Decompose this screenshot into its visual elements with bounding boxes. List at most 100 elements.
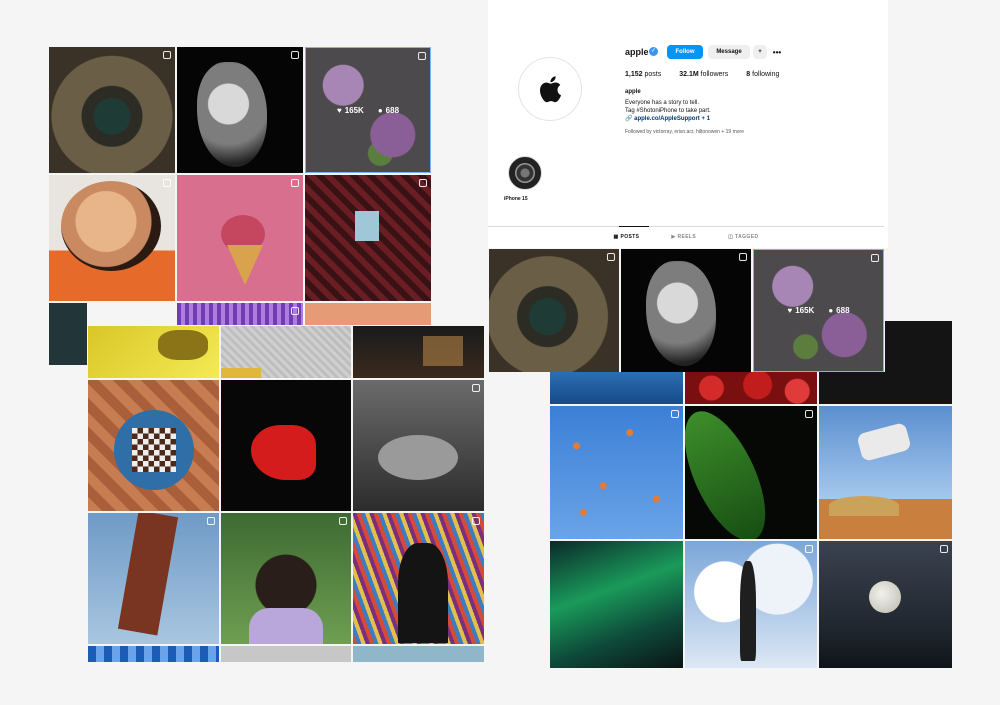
- grid-post-stripes[interactable]: [353, 513, 484, 644]
- active-tab-indicator: [619, 226, 649, 227]
- carousel-icon: [291, 179, 299, 187]
- grid-post-toddler[interactable]: [49, 175, 175, 301]
- grid-post-flowers[interactable]: ♥ 165K ● 688: [305, 47, 431, 173]
- tab-posts[interactable]: ▦ POSTS: [614, 234, 640, 240]
- grid-post-dandelion[interactable]: [353, 646, 484, 662]
- reel-icon: [671, 410, 679, 418]
- highlight-iphone15[interactable]: [508, 156, 542, 190]
- bio-line-1: Everyone has a story to tell.: [625, 100, 700, 106]
- grid-post-sky-man[interactable]: [88, 513, 219, 644]
- heart-icon: ♥: [336, 105, 342, 115]
- followed-by-text[interactable]: Followed by victorray, erisn.acr, hilton…: [625, 129, 744, 135]
- followers-count: 32.1M: [679, 71, 699, 78]
- highlight-label: iPhone 15: [504, 196, 528, 202]
- grid-post-grey-cloud[interactable]: [221, 646, 351, 662]
- comments-value: 688: [836, 306, 850, 315]
- likes-value: 165K: [795, 306, 815, 315]
- likes-value: 165K: [344, 105, 364, 115]
- grid-post-red-dress[interactable]: [221, 380, 351, 511]
- bio-line-2: Tag #ShotoniPhone to take part.: [625, 108, 711, 114]
- grid-post-girl-phone[interactable]: [221, 513, 351, 644]
- grid-post-turtle[interactable]: [353, 380, 484, 511]
- carousel-icon: [291, 307, 299, 315]
- profile-post-dark[interactable]: [885, 321, 952, 372]
- profile-post-eye[interactable]: [489, 249, 619, 372]
- posts-label: posts: [644, 71, 662, 78]
- carousel-icon: [472, 384, 480, 392]
- carousel-icon: [163, 179, 171, 187]
- followers-stat[interactable]: 32.1M followers: [679, 71, 728, 78]
- following-label: following: [752, 71, 780, 78]
- followers-label: followers: [700, 71, 729, 78]
- following-count: 8: [746, 71, 751, 78]
- grid-post-horse[interactable]: [177, 47, 303, 173]
- grid-post-clouds-woman[interactable]: [685, 541, 817, 668]
- reel-icon: [607, 253, 615, 261]
- tab-tagged[interactable]: ◫ TAGGED: [728, 234, 758, 240]
- profile-post-flowers[interactable]: ♥ 165K ● 688: [753, 249, 884, 372]
- comment-icon: ●: [828, 306, 834, 315]
- grid-post-concrete[interactable]: [221, 326, 351, 378]
- following-stat[interactable]: 8 following: [746, 71, 779, 78]
- grid-post-purple[interactable]: [177, 303, 303, 325]
- reel-icon: [940, 545, 948, 553]
- profile-header: apple ✓ Follow Message + ••• 1,152 posts…: [488, 0, 888, 248]
- verified-badge-icon: ✓: [649, 47, 658, 56]
- apple-logo-icon: [540, 76, 561, 103]
- grid-post-moon[interactable]: [819, 541, 952, 668]
- post-hover-overlay: ♥ 165K ● 688: [754, 250, 883, 371]
- add-friend-button[interactable]: +: [753, 45, 767, 59]
- grid-post-blue-pattern[interactable]: [88, 646, 219, 662]
- tab-posts-label: POSTS: [620, 234, 640, 240]
- carousel-icon: [805, 545, 813, 553]
- likes-count: ♥ 165K: [787, 306, 814, 315]
- grid-post-shadow[interactable]: [819, 372, 952, 404]
- tagged-icon: ◫: [728, 234, 736, 240]
- message-button[interactable]: Message: [708, 45, 750, 59]
- grid-post-yellow[interactable]: [88, 326, 219, 378]
- tab-reels[interactable]: ▶ REELS: [671, 234, 696, 240]
- carousel-icon: [805, 410, 813, 418]
- profile-link-text: apple.co/AppleSupport + 1: [634, 116, 710, 122]
- grid-post-red-tunnel[interactable]: [305, 175, 431, 301]
- comments-count: ● 688: [378, 106, 399, 115]
- carousel-icon: [291, 51, 299, 59]
- more-options-button[interactable]: •••: [769, 45, 785, 59]
- grid-post-dark-teal[interactable]: [49, 303, 87, 365]
- profile-display-name: apple: [625, 89, 641, 95]
- likes-count: ♥ 165K: [337, 106, 364, 115]
- grid-post-butterflies[interactable]: [550, 406, 683, 539]
- comment-icon: ●: [377, 105, 383, 115]
- follow-button[interactable]: Follow: [667, 45, 703, 59]
- posts-stat: 1,152 posts: [625, 71, 661, 78]
- tab-divider: [488, 226, 884, 227]
- profile-stats: 1,152 posts 32.1M followers 8 following: [625, 71, 779, 78]
- profile-link[interactable]: 🔗 apple.co/AppleSupport + 1: [625, 115, 711, 123]
- reel-icon: [339, 517, 347, 525]
- grid-post-aurora[interactable]: [550, 541, 683, 668]
- carousel-icon: [472, 517, 480, 525]
- carousel-icon: [207, 517, 215, 525]
- posts-count: 1,152: [625, 71, 643, 78]
- profile-bio: apple Everyone has a story to tell. Tag …: [625, 88, 711, 123]
- grid-post-berries[interactable]: [685, 372, 817, 404]
- add-person-icon: +: [758, 49, 762, 55]
- grid-post-night-street[interactable]: [353, 326, 484, 378]
- profile-post-horse[interactable]: [621, 249, 751, 372]
- link-icon: 🔗: [625, 116, 635, 122]
- comments-value: 688: [385, 105, 400, 115]
- comments-count: ● 688: [828, 306, 849, 315]
- tab-reels-label: REELS: [677, 234, 697, 240]
- grid-post-mosaic-table[interactable]: [88, 380, 219, 511]
- post-hover-overlay: ♥ 165K ● 688: [306, 48, 430, 172]
- grid-post-icecream[interactable]: [177, 175, 303, 301]
- grid-post-skater[interactable]: [819, 406, 952, 539]
- tab-tagged-label: TAGGED: [735, 234, 759, 240]
- grid-post-peach[interactable]: [305, 303, 431, 325]
- grid-post-leaf[interactable]: [685, 406, 817, 539]
- grid-post-eye[interactable]: [49, 47, 175, 173]
- profile-avatar[interactable]: [518, 57, 582, 121]
- grid-post-ocean[interactable]: [550, 372, 683, 404]
- heart-icon: ♥: [787, 306, 793, 315]
- profile-tabs: ▦ POSTS ▶ REELS ◫ TAGGED: [488, 234, 884, 240]
